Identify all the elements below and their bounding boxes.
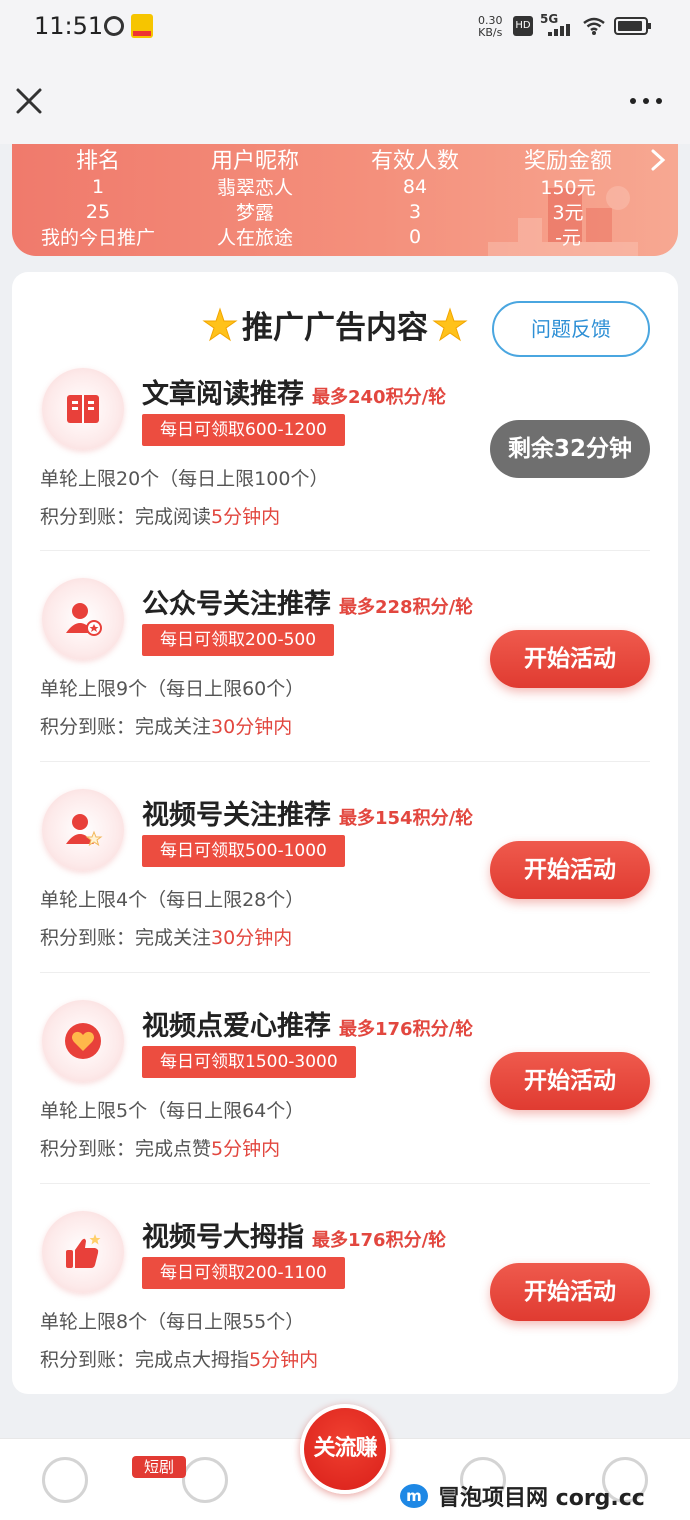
- task-daily-badge: 每日可领取600-1200: [142, 414, 345, 446]
- nav-drama-icon[interactable]: [182, 1457, 228, 1503]
- divider: [40, 972, 650, 973]
- start-activity-button[interactable]: 开始活动: [490, 1263, 650, 1321]
- signal-icon: [548, 24, 572, 36]
- task-daily-badge: 每日可领取200-500: [142, 624, 335, 656]
- network-speed: 0.30 KB/s: [478, 15, 503, 39]
- thumbs-up-icon: [42, 1211, 124, 1293]
- close-icon[interactable]: [14, 86, 44, 116]
- status-time: 11:51: [34, 12, 104, 40]
- task-limit: 单轮上限5个（每日上限64个）: [40, 1100, 305, 1122]
- heart-icon: [42, 1000, 124, 1082]
- task-name: 视频点爱心推荐 最多176积分/轮: [142, 1011, 474, 1042]
- divider: [40, 1183, 650, 1184]
- task-name: 视频号大拇指 最多176积分/轮: [142, 1222, 447, 1253]
- wifi-icon: [583, 17, 605, 35]
- rank-cell: 25: [85, 200, 111, 223]
- task-video-thumbs-up: 视频号大拇指 最多176积分/轮 每日可领取200-1100 单轮上限8个（每日上…: [40, 1211, 650, 1421]
- arrival-time: 30分钟内: [211, 716, 293, 738]
- task-official-account-follow: 公众号关注推荐 最多228积分/轮 每日可领取200-500 单轮上限9个（每日上…: [40, 578, 650, 788]
- watermark-text: 冒泡项目网 corg.cc: [438, 1486, 645, 1511]
- task-video-heart: 视频点爱心推荐 最多176积分/轮 每日可领取1500-3000 单轮上限5个（每…: [40, 1000, 650, 1210]
- feedback-button[interactable]: 问题反馈: [492, 301, 650, 357]
- header-reward: 奖励金额: [523, 149, 612, 174]
- task-daily-badge: 每日可领取200-1100: [142, 1257, 345, 1289]
- rank-cell: 我的今日推广: [40, 227, 155, 249]
- count-cell: 3: [408, 200, 422, 223]
- start-activity-button[interactable]: 开始活动: [490, 841, 650, 899]
- reward-cell: 150元: [540, 177, 596, 199]
- ranking-table: 排名 用户昵称 有效人数 奖励金额 1 翡翠恋人 84 150元 25 梦露 3…: [26, 144, 646, 249]
- watermark-logo: m: [400, 1484, 428, 1508]
- task-max-points: 最多176积分/轮: [312, 1230, 447, 1251]
- divider: [40, 550, 650, 551]
- reward-cell: 3元: [552, 202, 584, 224]
- user-star-icon: [42, 789, 124, 871]
- ranking-row: 1 翡翠恋人 84 150元: [26, 174, 646, 200]
- task-limit: 单轮上限8个（每日上限55个）: [40, 1311, 305, 1333]
- star-icon: [202, 306, 238, 341]
- task-article-reading: 文章阅读推荐 最多240积分/轮 每日可领取600-1200 单轮上限20个（每日…: [40, 368, 650, 578]
- task-daily-badge: 每日可领取1500-3000: [142, 1046, 356, 1078]
- task-max-points: 最多240积分/轮: [312, 387, 447, 408]
- star-icon: [432, 306, 468, 341]
- hd-icon: HD: [513, 16, 533, 36]
- meituan-notification-icon: [131, 14, 153, 38]
- task-max-points: 最多176积分/轮: [339, 1019, 474, 1040]
- arrival-time: 5分钟内: [211, 506, 281, 528]
- task-limit: 单轮上限20个（每日上限100个）: [40, 468, 329, 490]
- count-cell: 0: [408, 225, 422, 248]
- start-activity-button[interactable]: 开始活动: [490, 1052, 650, 1110]
- header-valid-count: 有效人数: [370, 149, 459, 174]
- task-max-points: 最多228积分/轮: [339, 597, 474, 618]
- more-options-icon[interactable]: [628, 94, 664, 108]
- watermark: m 冒泡项目网 corg.cc: [400, 1480, 645, 1512]
- remaining-time-button: 剩余32分钟: [490, 420, 650, 478]
- card-title: 推广广告内容: [202, 302, 468, 347]
- promo-content-card: 推广广告内容 问题反馈 文章阅读推荐 最多240积分/轮 每日可领取600-120…: [12, 272, 678, 1394]
- battery-icon: [614, 17, 651, 35]
- nickname-cell: 翡翠恋人: [216, 177, 293, 199]
- app-notification-icon: [100, 12, 128, 40]
- task-arrival: 积分到账：完成阅读5分钟内: [40, 506, 281, 528]
- ranking-row-mine: 我的今日推广 人在旅途 0 -元: [26, 224, 646, 250]
- chevron-right-icon[interactable]: [648, 148, 668, 172]
- task-max-points: 最多154积分/轮: [339, 808, 474, 829]
- count-cell: 84: [402, 175, 428, 198]
- network-speed-unit: KB/s: [478, 26, 503, 39]
- task-arrival: 积分到账：完成关注30分钟内: [40, 716, 293, 738]
- divider: [40, 761, 650, 762]
- ranking-banner[interactable]: 排名 用户昵称 有效人数 奖励金额 1 翡翠恋人 84 150元 25 梦露 3…: [12, 144, 678, 256]
- ranking-header: 排名 用户昵称 有效人数 奖励金额: [26, 144, 646, 174]
- nav-home-icon[interactable]: [42, 1457, 88, 1503]
- status-bar: 11:51 0.30 KB/s HD 5G: [0, 0, 690, 54]
- task-limit: 单轮上限9个（每日上限60个）: [40, 678, 305, 700]
- title-bar: [0, 54, 690, 144]
- reward-cell: -元: [555, 227, 581, 249]
- header-rank: 排名: [75, 149, 120, 174]
- task-daily-badge: 每日可领取500-1000: [142, 835, 345, 867]
- center-earn-button[interactable]: 关流赚: [300, 1404, 390, 1494]
- task-name: 视频号关注推荐 最多154积分/轮: [142, 800, 474, 831]
- arrival-time: 5分钟内: [249, 1349, 319, 1371]
- user-follow-icon: [42, 578, 124, 660]
- nickname-cell: 梦露: [235, 202, 274, 224]
- task-limit: 单轮上限4个（每日上限28个）: [40, 889, 305, 911]
- task-arrival: 积分到账：完成点大拇指5分钟内: [40, 1349, 319, 1371]
- task-name: 文章阅读推荐 最多240积分/轮: [142, 379, 447, 410]
- task-arrival: 积分到账：完成点赞5分钟内: [40, 1138, 281, 1160]
- book-icon: [42, 368, 124, 450]
- ranking-row: 25 梦露 3 3元: [26, 199, 646, 225]
- task-name: 公众号关注推荐 最多228积分/轮: [142, 589, 474, 620]
- header-nickname: 用户昵称: [210, 149, 299, 174]
- arrival-time: 5分钟内: [211, 1138, 281, 1160]
- start-activity-button[interactable]: 开始活动: [490, 630, 650, 688]
- card-title-text: 推广广告内容: [242, 310, 428, 346]
- arrival-time: 30分钟内: [211, 927, 293, 949]
- task-video-account-follow: 视频号关注推荐 最多154积分/轮 每日可领取500-1000 单轮上限4个（每日…: [40, 789, 650, 999]
- rank-cell: 1: [91, 175, 105, 198]
- nickname-cell: 人在旅途: [216, 227, 293, 249]
- short-drama-badge: 短剧: [132, 1456, 186, 1478]
- task-arrival: 积分到账：完成关注30分钟内: [40, 927, 293, 949]
